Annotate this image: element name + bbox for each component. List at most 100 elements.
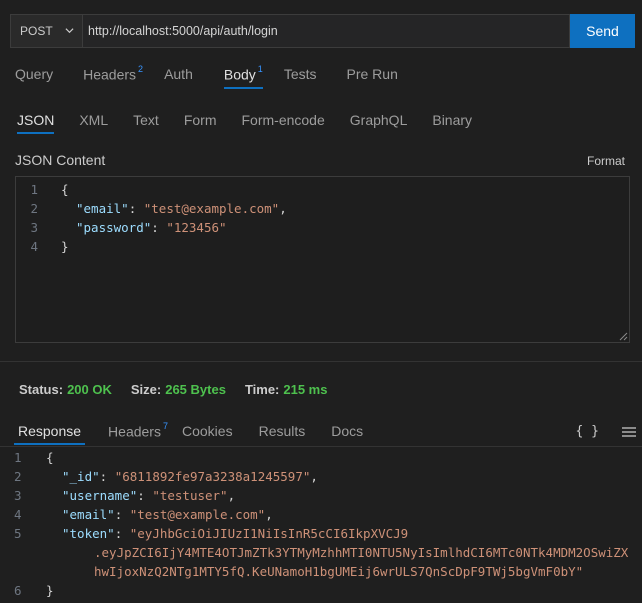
- json-comma: ,: [265, 507, 273, 522]
- tab-body-label: Body: [223, 66, 256, 83]
- tab-cookies[interactable]: Cookies: [182, 423, 233, 445]
- tab-docs[interactable]: Docs: [331, 423, 363, 445]
- tab-cookies-label: Cookies: [181, 423, 233, 439]
- editor-line: 1 {: [16, 180, 629, 199]
- tab-headers[interactable]: Headers 2: [83, 64, 143, 89]
- time-label: Time:: [244, 382, 280, 397]
- body-type-json[interactable]: JSON: [17, 112, 55, 134]
- tab-response[interactable]: Response: [13, 423, 86, 445]
- tab-response-headers[interactable]: Headers 7: [108, 421, 168, 446]
- json-brace: {: [46, 450, 54, 465]
- time-value: 215 ms: [283, 382, 328, 397]
- request-bar: POST Send: [10, 14, 635, 48]
- token-continuation: hwIjoxNzQ2NTg1MTY5fQ.KeUNamoH1bgUMEij6wr…: [94, 564, 584, 579]
- line-number: 2: [14, 469, 22, 484]
- response-headers-count-badge: 7: [162, 421, 168, 431]
- json-comma: ,: [279, 201, 287, 216]
- body-type-text[interactable]: Text: [133, 112, 159, 134]
- response-line-wrapped: hwIjoxNzQ2NTg1MTY5fQ.KeUNamoH1bgUMEij6wr…: [0, 562, 642, 581]
- tab-body[interactable]: Body 1: [223, 64, 263, 89]
- request-tabs: Query Headers 2 Auth Body 1 Tests Pre Run: [15, 64, 398, 89]
- body-type-graphql[interactable]: GraphQL: [350, 112, 408, 134]
- body-count-badge: 1: [257, 64, 263, 74]
- json-key: "email": [76, 201, 129, 216]
- body-type-form-encode[interactable]: Form-encode: [242, 112, 325, 134]
- menu-icon[interactable]: [621, 426, 637, 438]
- editor-line: 3 "password": "123456": [16, 218, 629, 237]
- response-line: 3 "username": "testuser",: [0, 486, 642, 505]
- response-body: 1 { 2 "_id": "6811892fe97a3238a1245597",…: [0, 448, 642, 600]
- response-status-bar: Status: 200 OK Size: 265 Bytes Time: 215…: [19, 382, 346, 397]
- body-type-text-label: Text: [133, 112, 159, 128]
- line-number: [0, 543, 24, 562]
- response-line: 6 }: [0, 581, 642, 600]
- tab-headers-label: Headers: [83, 66, 137, 83]
- body-type-form-encode-label: Form-encode: [241, 112, 325, 128]
- line-number: 1: [14, 450, 22, 465]
- tab-results-label: Results: [258, 423, 306, 439]
- send-button[interactable]: Send: [570, 14, 635, 48]
- editor-line: 2 "email": "test@example.com",: [16, 199, 629, 218]
- json-value: "6811892fe97a3238a1245597": [114, 469, 311, 484]
- json-brace: {: [61, 182, 69, 197]
- format-button[interactable]: Format: [587, 154, 625, 168]
- json-value: "test@example.com": [129, 507, 266, 522]
- line-number: 6: [14, 583, 22, 598]
- status-value: 200 OK: [67, 382, 112, 397]
- line-number: 4: [30, 239, 38, 254]
- tab-query[interactable]: Query: [15, 66, 53, 88]
- size-label: Size:: [130, 382, 162, 397]
- method-label: POST: [20, 24, 53, 38]
- tab-pre-run-label: Pre Run: [346, 66, 398, 82]
- status-label: Status:: [19, 382, 64, 397]
- request-body-editor[interactable]: 1 { 2 "email": "test@example.com", 3 "pa…: [15, 176, 630, 343]
- line-number: 4: [14, 507, 22, 522]
- tab-response-label: Response: [18, 423, 82, 439]
- line-number: 1: [30, 182, 38, 197]
- json-key: "password": [76, 220, 152, 235]
- section-divider: [0, 361, 642, 362]
- tab-docs-label: Docs: [331, 423, 364, 439]
- json-brace: }: [46, 583, 54, 598]
- resize-handle-icon[interactable]: [618, 331, 628, 341]
- json-content-label: JSON Content: [15, 152, 106, 168]
- body-type-xml[interactable]: XML: [79, 112, 108, 134]
- body-type-form-label: Form: [183, 112, 217, 128]
- body-type-graphql-label: GraphQL: [349, 112, 408, 128]
- response-line: 4 "email": "test@example.com",: [0, 505, 642, 524]
- body-type-binary[interactable]: Binary: [432, 112, 472, 134]
- body-type-tabs: JSON XML Text Form Form-encode GraphQL B…: [17, 112, 472, 134]
- response-tabs-border: [0, 446, 642, 447]
- tab-pre-run[interactable]: Pre Run: [347, 66, 398, 88]
- response-tabs: Response Headers 7 Cookies Results Docs: [13, 421, 363, 446]
- method-select[interactable]: POST: [10, 14, 82, 48]
- json-value: "123456": [166, 220, 227, 235]
- tab-response-headers-label: Headers: [108, 423, 161, 440]
- tab-results[interactable]: Results: [259, 423, 306, 445]
- tab-auth-label: Auth: [164, 66, 193, 82]
- braces-icon[interactable]: { }: [576, 424, 599, 439]
- body-type-json-label: JSON: [17, 112, 55, 128]
- size-value: 265 Bytes: [165, 382, 226, 397]
- json-key: "token": [62, 526, 115, 541]
- body-type-form[interactable]: Form: [184, 112, 217, 134]
- line-number: 2: [30, 201, 38, 216]
- json-comma: ,: [227, 488, 236, 503]
- tab-tests-label: Tests: [283, 66, 317, 82]
- response-line: 1 {: [0, 448, 642, 467]
- body-type-xml-label: XML: [79, 112, 109, 128]
- line-number: 3: [30, 220, 38, 235]
- chevron-down-icon: [65, 28, 74, 34]
- json-value: "eyJhbGciOiJIUzI1NiIsInR5cCI6IkpXVCJ9: [129, 526, 409, 541]
- response-toolbar: { }: [576, 424, 642, 439]
- tab-query-label: Query: [15, 66, 54, 82]
- json-comma: ,: [310, 469, 318, 484]
- token-continuation: .eyJpZCI6IjY4MTE4OTJmZTk3YTMyMzhhMTI0NTU…: [94, 545, 629, 560]
- response-line: 2 "_id": "6811892fe97a3238a1245597",: [0, 467, 642, 486]
- tab-auth[interactable]: Auth: [164, 66, 193, 88]
- json-key: "_id": [62, 469, 100, 484]
- json-brace: }: [61, 239, 69, 254]
- line-number: [0, 562, 24, 581]
- tab-tests[interactable]: Tests: [284, 66, 317, 88]
- url-input[interactable]: [82, 14, 570, 48]
